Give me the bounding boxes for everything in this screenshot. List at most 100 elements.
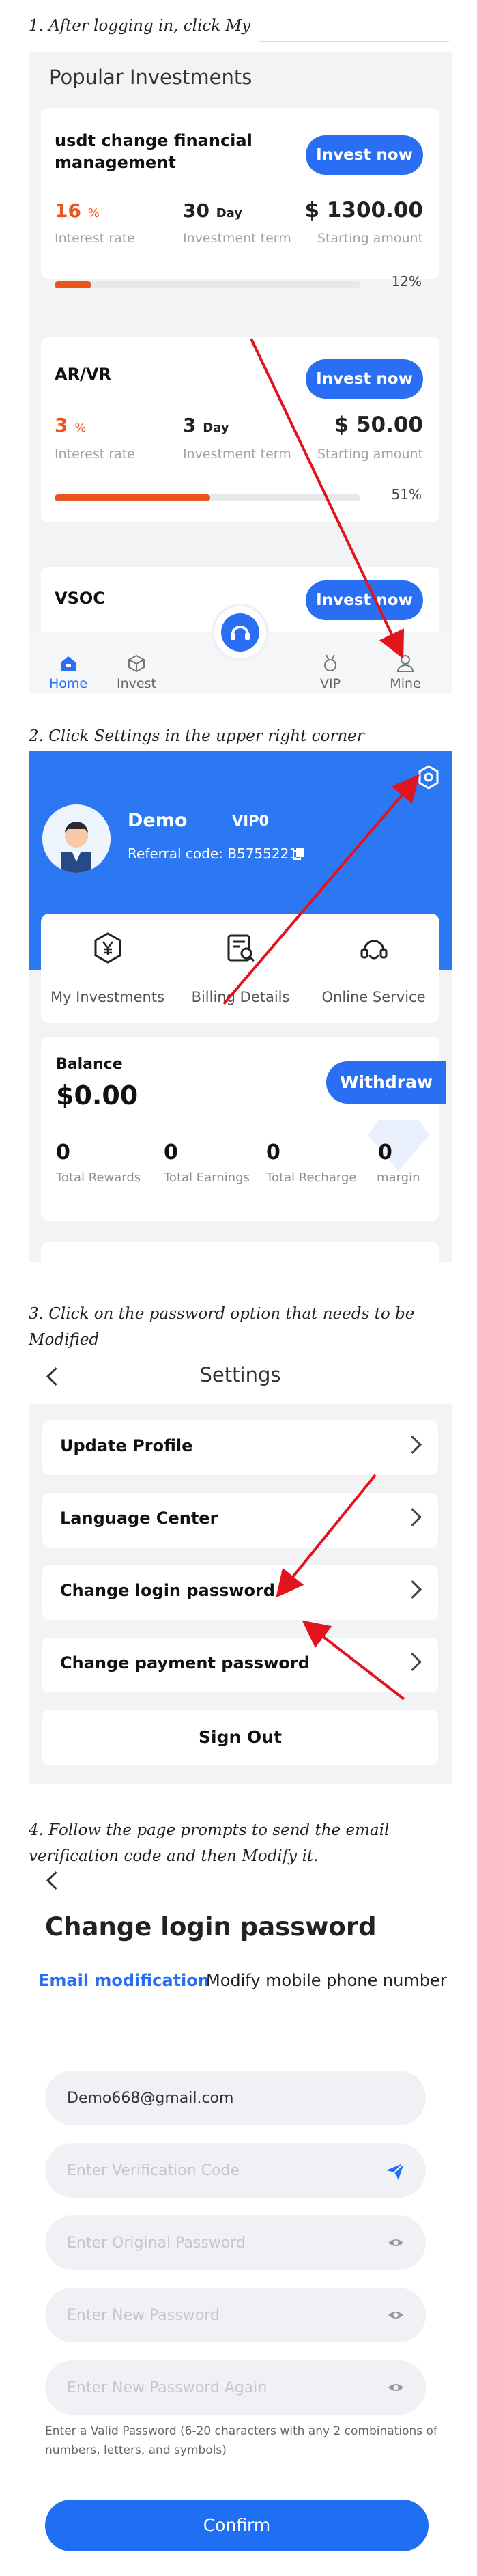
headset-icon xyxy=(221,613,259,652)
online-service-link[interactable]: Online Service xyxy=(307,927,440,1005)
progress-bar xyxy=(55,494,360,501)
yen-shield-icon xyxy=(91,932,124,964)
quick-link-label: Billing Details xyxy=(191,989,290,1005)
vip-level: VIP0 xyxy=(232,813,270,829)
settings-header: Settings xyxy=(29,1349,452,1404)
step-3-screen: Settings Update Profile Language Center … xyxy=(29,1349,452,1784)
step-1-screen-lower: AR/VR Invest now 3 % 3 Day $ 50.00 Inter… xyxy=(29,52,452,694)
change-payment-password-row[interactable]: Change payment password xyxy=(42,1638,438,1692)
user-name: Demo xyxy=(128,810,188,831)
balance-card: Balance $0.00 Withdraw 0 Total Rewards 0… xyxy=(41,1037,446,1221)
tab-mine[interactable]: Mine xyxy=(371,653,439,691)
total-earnings-label: Total Earnings xyxy=(164,1171,250,1185)
original-password-input[interactable] xyxy=(67,2215,367,2270)
tab-label: Home xyxy=(48,676,88,691)
chevron-right-icon xyxy=(403,1580,422,1599)
copy-icon[interactable] xyxy=(292,847,306,860)
tab-modify-mobile[interactable]: Modify mobile phone number xyxy=(206,1971,447,1990)
invest-now-button[interactable]: Invest now xyxy=(306,359,423,399)
user-icon xyxy=(395,653,416,673)
starting-amount-label: Starting amount xyxy=(317,447,423,462)
sign-out-button[interactable]: Sign Out xyxy=(42,1710,438,1765)
page-title: Change login password xyxy=(45,1912,377,1942)
update-profile-row[interactable]: Update Profile xyxy=(42,1420,438,1475)
confirm-button[interactable]: Confirm xyxy=(45,2500,429,2551)
chevron-right-icon xyxy=(403,1508,422,1526)
step-3-caption-line1: 3. Click on the password option that nee… xyxy=(29,1305,415,1323)
total-rewards-value: 0 xyxy=(56,1140,70,1164)
home-icon xyxy=(58,653,78,673)
product-name: VSOC xyxy=(55,589,105,608)
send-icon[interactable] xyxy=(385,2161,405,2181)
row-label: Update Profile xyxy=(60,1436,193,1455)
withdraw-button[interactable]: Withdraw xyxy=(326,1061,446,1104)
tab-email-modification[interactable]: Email modification xyxy=(38,1971,209,1990)
chevron-right-icon xyxy=(403,1653,422,1671)
billing-details-link[interactable]: Billing Details xyxy=(174,927,307,1005)
verification-code-field[interactable] xyxy=(45,2143,426,2198)
my-investments-link[interactable]: My Investments xyxy=(41,927,174,1005)
tab-home[interactable]: Home xyxy=(34,653,102,691)
next-card xyxy=(41,1242,439,1262)
progress-fill xyxy=(55,494,211,501)
chevron-right-icon xyxy=(403,1436,422,1454)
step-4-caption-line1: 4. Follow the page prompts to send the e… xyxy=(29,1821,390,1839)
row-label: Change payment password xyxy=(60,1653,310,1672)
verification-code-input[interactable] xyxy=(67,2143,367,2198)
step-4-caption-line2: verification code and then Modify it. xyxy=(29,1847,319,1865)
bill-search-icon xyxy=(225,932,257,964)
interest-rate-label: Interest rate xyxy=(55,447,135,462)
interest-rate-value: 3 % xyxy=(55,414,87,436)
progress-percent: 51% xyxy=(391,486,422,503)
medal-icon xyxy=(320,653,341,673)
margin-label: margin xyxy=(377,1171,420,1185)
password-hint: Enter a Valid Password (6-20 characters … xyxy=(45,2424,437,2457)
total-recharge-label: Total Recharge xyxy=(266,1171,357,1185)
investment-term-value: 3 Day xyxy=(183,414,229,436)
margin-value: 0 xyxy=(378,1140,392,1164)
new-password-field[interactable] xyxy=(45,2288,426,2342)
balance-value: $0.00 xyxy=(56,1080,139,1110)
eye-icon[interactable] xyxy=(388,2308,404,2322)
new-password-again-input[interactable] xyxy=(67,2360,367,2415)
settings-icon[interactable] xyxy=(415,764,442,791)
headset-icon xyxy=(358,932,390,964)
step-2-screen: Demo VIP0 Referral code: B5755221 My Inv… xyxy=(29,751,452,1262)
tab-label: Mine xyxy=(390,676,421,691)
eye-icon[interactable] xyxy=(388,2236,404,2250)
tab-invest[interactable]: Invest xyxy=(102,653,171,691)
total-earnings-value: 0 xyxy=(164,1140,178,1164)
avatar[interactable] xyxy=(42,804,111,873)
email-input[interactable] xyxy=(67,2071,367,2125)
original-password-field[interactable] xyxy=(45,2215,426,2270)
center-action-button[interactable] xyxy=(214,606,266,658)
new-password-input[interactable] xyxy=(67,2288,367,2342)
tab-label: VIP xyxy=(319,676,341,691)
language-center-row[interactable]: Language Center xyxy=(42,1493,438,1548)
row-label: Language Center xyxy=(60,1509,218,1528)
investment-card[interactable]: AR/VR Invest now 3 % 3 Day $ 50.00 Inter… xyxy=(41,337,439,522)
change-login-password-row[interactable]: Change login password xyxy=(42,1565,438,1620)
back-arrow-icon[interactable] xyxy=(46,1871,65,1890)
quick-links-card: My Investments Billing Details Online Se… xyxy=(41,914,439,1023)
product-name: AR/VR xyxy=(55,365,111,384)
total-recharge-value: 0 xyxy=(266,1140,280,1164)
tab-label: Invest xyxy=(117,676,156,691)
bottom-tab-bar: Home Invest VIP Mine xyxy=(29,606,452,694)
tab-vip[interactable]: VIP xyxy=(296,653,364,691)
page-title: Settings xyxy=(199,1363,281,1386)
email-field[interactable] xyxy=(45,2071,426,2125)
step-2-caption: 2. Click Settings in the upper right cor… xyxy=(29,727,364,745)
eye-icon[interactable] xyxy=(388,2381,404,2394)
cube-icon xyxy=(126,653,147,673)
new-password-again-field[interactable] xyxy=(45,2360,426,2415)
referral-code: Referral code: B5755221 xyxy=(128,845,298,862)
invest-now-button[interactable]: Invest now xyxy=(306,580,423,620)
balance-label: Balance xyxy=(56,1056,123,1073)
step-1-caption: 1. After logging in, click My xyxy=(29,17,251,35)
total-rewards-label: Total Rewards xyxy=(56,1171,141,1185)
starting-amount-value: $ 50.00 xyxy=(334,412,423,437)
step-1-rule xyxy=(259,41,449,42)
row-label: Change login password xyxy=(60,1581,275,1600)
investment-term-label: Investment term xyxy=(183,447,291,462)
